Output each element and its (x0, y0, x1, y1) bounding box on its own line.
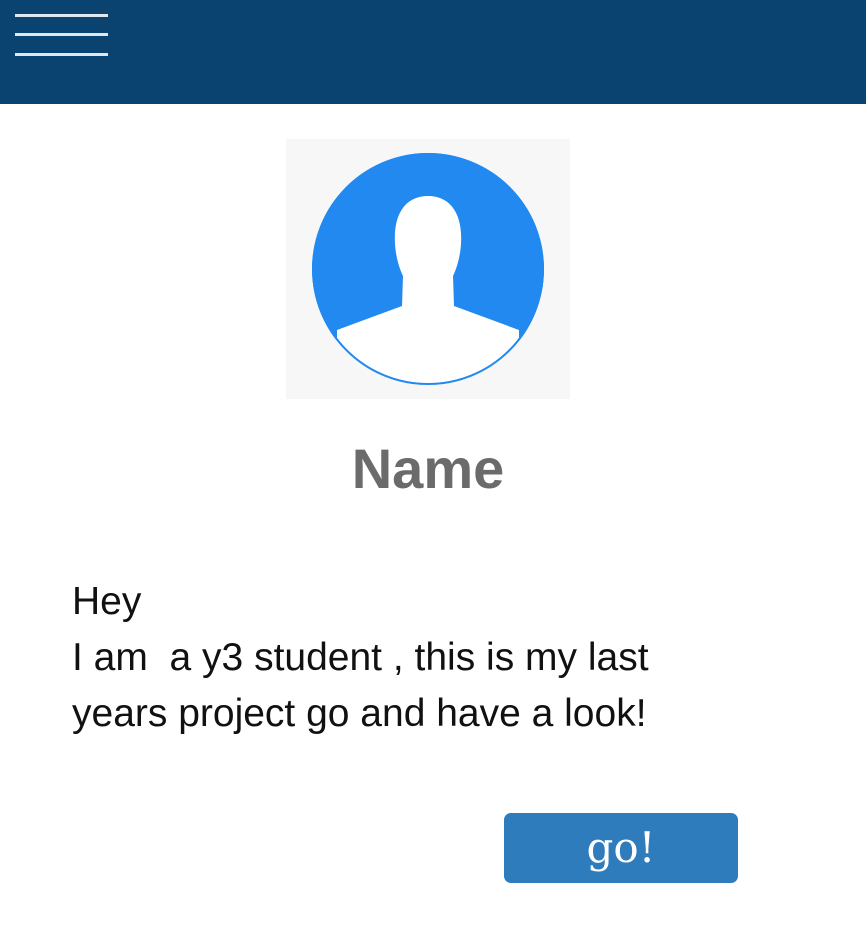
bio-line: Hey (72, 580, 142, 623)
user-silhouette-icon (312, 153, 544, 385)
bio-line: years project go and have a look! (72, 692, 647, 735)
menu-button[interactable] (10, 8, 114, 64)
bio-line: I am a y3 student , this is my last (72, 636, 649, 679)
avatar-container (286, 139, 570, 399)
menu-icon-line (15, 33, 108, 36)
top-app-bar (0, 0, 866, 104)
menu-icon-line (15, 53, 108, 56)
profile-name: Name (351, 437, 505, 500)
hamburger-menu-icon (15, 14, 108, 17)
go-button[interactable]: go! (504, 813, 738, 883)
profile-bio: Hey I am a y3 student , this is my last … (72, 574, 832, 742)
